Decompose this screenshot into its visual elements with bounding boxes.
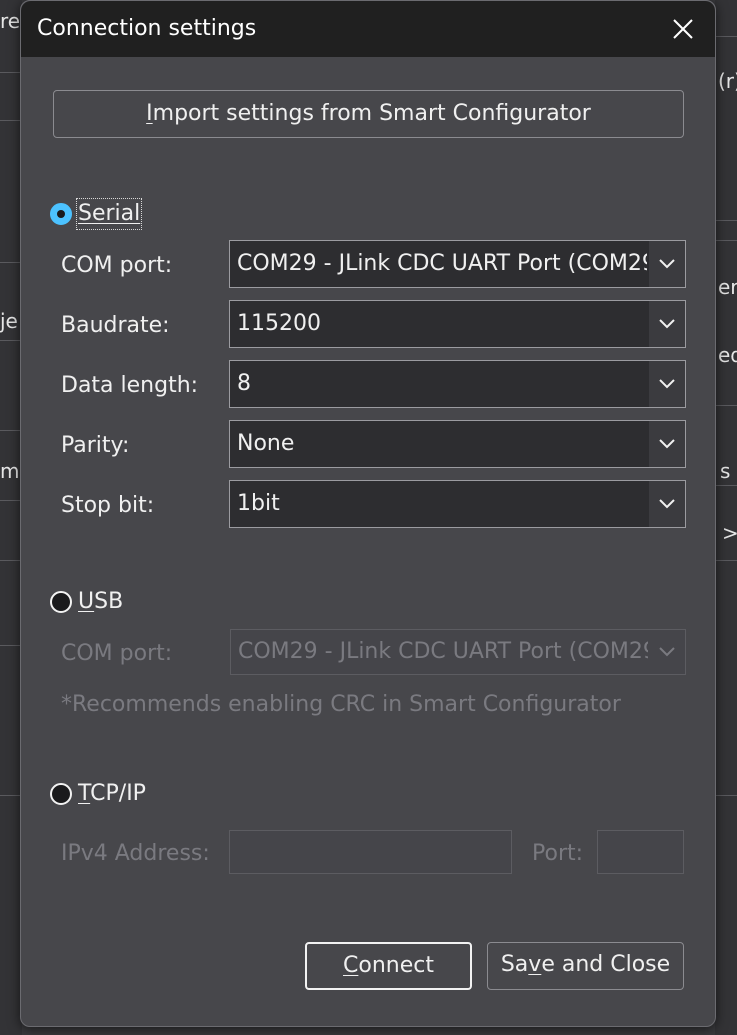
serial-radio-row[interactable]: Serial <box>50 198 143 230</box>
connection-settings-dialog: Connection settings Import settings from… <box>20 0 716 1027</box>
usb-mnemonic: U <box>78 589 95 614</box>
background-divider <box>715 240 737 241</box>
save-label-pre: Sa <box>500 952 529 977</box>
parity-label: Parity: <box>61 433 130 458</box>
tcpip-mnemonic: T <box>78 781 91 806</box>
parity-select[interactable]: None <box>229 420 686 468</box>
chevron-right-icon: > <box>722 521 737 545</box>
serial-com-port-value: COM29 - JLink CDC UART Port (COM29) <box>237 251 647 276</box>
usb-com-port-value: COM29 - JLink CDC UART Port (COM29) <box>238 639 648 664</box>
chevron-down-icon <box>649 361 685 407</box>
connect-label-rest: onnect <box>358 953 434 978</box>
tcpip-radio-row[interactable]: TCP/IP <box>50 779 146 809</box>
close-icon[interactable] <box>663 9 703 49</box>
chevron-down-icon <box>649 630 685 674</box>
serial-com-port-select[interactable]: COM29 - JLink CDC UART Port (COM29) <box>229 240 686 288</box>
tcpip-radio[interactable] <box>50 783 72 805</box>
background-text: s <box>720 459 731 483</box>
baudrate-value: 115200 <box>237 311 321 336</box>
background-divider <box>0 560 22 561</box>
connect-button[interactable]: Connect <box>305 942 472 990</box>
baudrate-label: Baudrate: <box>61 313 170 338</box>
serial-label-rest: erial <box>91 201 141 226</box>
port-input <box>597 830 684 874</box>
data-length-select[interactable]: 8 <box>229 360 686 408</box>
serial-radio[interactable] <box>50 203 72 225</box>
save-and-close-button[interactable]: Save and Close <box>487 942 684 990</box>
usb-radio-label[interactable]: USB <box>78 588 123 616</box>
chevron-down-icon <box>649 481 685 527</box>
ipv4-address-input <box>229 830 512 874</box>
serial-radio-label[interactable]: Serial <box>75 198 143 230</box>
background-right-strip <box>715 0 737 1035</box>
usb-radio-row[interactable]: USB <box>50 587 123 617</box>
import-settings-button[interactable]: Import settings from Smart Configurator <box>53 90 684 138</box>
background-left-strip <box>0 0 22 1035</box>
background-divider <box>0 72 22 73</box>
connect-mnemonic: C <box>343 953 359 978</box>
background-divider <box>0 262 22 263</box>
background-divider <box>715 485 737 486</box>
save-label-rest: e and Close <box>541 952 671 977</box>
chevron-down-icon <box>649 241 685 287</box>
background-divider <box>0 500 22 501</box>
baudrate-select[interactable]: 115200 <box>229 300 686 348</box>
dialog-titlebar: Connection settings <box>21 1 715 57</box>
background-text: ed <box>718 343 737 367</box>
background-text: m <box>0 459 20 483</box>
data-length-value: 8 <box>237 371 251 396</box>
background-divider <box>715 795 737 796</box>
serial-com-port-label: COM port: <box>61 253 173 278</box>
usb-com-port-label: COM port: <box>61 641 173 666</box>
port-label: Port: <box>532 841 584 866</box>
tcpip-radio-label[interactable]: TCP/IP <box>78 780 146 808</box>
close-icon-svg <box>673 19 693 39</box>
serial-mnemonic: S <box>78 201 92 226</box>
background-divider <box>0 645 22 646</box>
usb-label-rest: SB <box>94 589 124 614</box>
chevron-down-icon <box>649 301 685 347</box>
background-divider <box>0 430 22 431</box>
background-divider <box>0 340 22 341</box>
background-text: (r) <box>718 69 737 93</box>
save-mnemonic: v <box>528 952 542 977</box>
usb-crc-note: *Recommends enabling CRC in Smart Config… <box>61 692 621 717</box>
chevron-down-icon <box>649 421 685 467</box>
background-divider <box>715 220 737 221</box>
ipv4-address-label: IPv4 Address: <box>61 841 210 866</box>
stop-bit-label: Stop bit: <box>61 493 155 518</box>
background-divider <box>715 560 737 561</box>
dialog-title: Connection settings <box>37 16 257 41</box>
background-divider <box>0 795 22 796</box>
import-button-label: mport settings from Smart Configurator <box>152 101 591 126</box>
usb-radio[interactable] <box>50 591 72 613</box>
tcpip-label-rest: CP/IP <box>90 781 146 806</box>
background-text: je <box>0 309 18 333</box>
background-divider <box>715 405 737 406</box>
stop-bit-select[interactable]: 1bit <box>229 480 686 528</box>
background-text: re <box>0 9 21 33</box>
background-divider <box>0 120 22 121</box>
background-divider <box>715 36 737 37</box>
data-length-label: Data length: <box>61 373 199 398</box>
background-text: er <box>718 275 737 299</box>
stop-bit-value: 1bit <box>237 491 280 516</box>
parity-value: None <box>237 431 295 456</box>
usb-com-port-select: COM29 - JLink CDC UART Port (COM29) <box>230 629 686 675</box>
